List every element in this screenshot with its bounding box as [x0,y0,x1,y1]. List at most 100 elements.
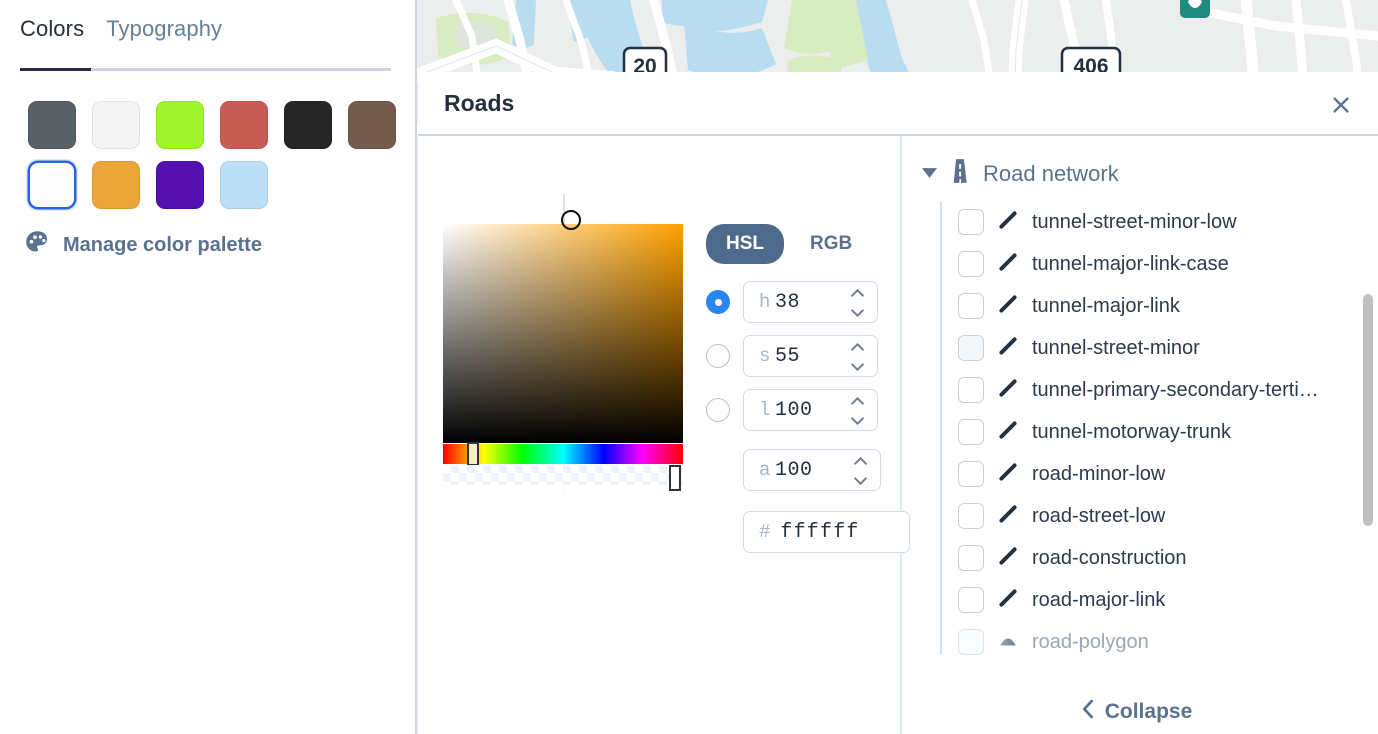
swatch-color[interactable] [220,101,268,149]
collapse-label: Collapse [1104,699,1193,723]
layer-checkbox[interactable] [958,629,984,655]
layer-row[interactable]: tunnel-motorway-trunk [958,411,1378,453]
hue-radio[interactable] [706,290,730,314]
hue-row: h 38 [706,281,881,323]
layer-scroll-region[interactable]: Road network tunnel-street-minor-low tun… [902,136,1378,696]
layer-checkbox[interactable] [958,293,984,319]
layer-row[interactable]: road-polygon [958,621,1378,663]
layer-checkbox[interactable] [958,545,984,571]
line-icon [997,587,1019,614]
alpha-value: 100 [775,458,813,482]
layer-checkbox[interactable] [958,209,984,235]
layer-row[interactable]: road-street-low [958,495,1378,537]
swatch-near-white[interactable] [90,99,142,151]
collapse-button[interactable]: Collapse [902,699,1372,724]
sv-cursor-handle[interactable] [561,210,581,230]
lightness-radio[interactable] [706,398,730,422]
swatch-color[interactable] [28,101,76,149]
swatch-cell [212,155,276,215]
mode-hsl-button[interactable]: HSL [706,224,784,264]
swatch-color[interactable] [156,101,204,149]
app-root: 20 406 Colors Typography Manage color pa… [0,0,1378,734]
saturation-stepper[interactable] [848,343,867,371]
saturation-row: s 55 [706,335,881,377]
close-icon[interactable] [1328,92,1354,118]
hex-input[interactable]: # ffffff [743,511,910,553]
layer-row[interactable]: tunnel-major-link [958,285,1378,327]
tab-underline-active [20,68,91,71]
layer-checkbox[interactable] [958,335,984,361]
swatch-lime-green[interactable] [154,99,206,151]
manage-color-palette-button[interactable]: Manage color palette [24,229,262,261]
layer-row[interactable]: tunnel-street-minor [958,327,1378,369]
hue-input[interactable]: h 38 [743,281,878,323]
swatch-cell [84,155,148,215]
line-icon [997,461,1019,488]
swatch-near-black[interactable] [282,99,334,151]
alpha-row: a 100 [743,449,881,491]
swatch-color[interactable] [284,101,332,149]
layer-label: road-street-low [1032,504,1166,527]
swatch-color[interactable] [92,161,140,209]
swatch-light-blue[interactable] [218,159,270,211]
swatch-violet[interactable] [154,159,206,211]
layer-list-scrollbar[interactable] [1363,136,1373,734]
line-icon [997,209,1019,236]
swatch-white-selected[interactable] [26,159,78,211]
color-palette-grid [20,95,404,215]
swatch-cell [20,95,84,155]
color-picker [443,210,683,491]
swatch-color[interactable] [220,161,268,209]
swatch-cell [84,95,148,155]
layer-checkbox[interactable] [958,587,984,613]
saturation-input[interactable]: s 55 [743,335,878,377]
alpha-input[interactable]: a 100 [743,449,881,491]
layer-row[interactable]: tunnel-major-link-case [958,243,1378,285]
swatch-cell [148,95,212,155]
color-mode-toggle: HSL RGB [706,224,881,264]
dialog-title: Roads [444,90,515,116]
hue-stepper[interactable] [848,289,867,317]
swatch-color[interactable] [156,161,204,209]
chevron-down-icon[interactable] [922,165,937,183]
layer-checkbox[interactable] [958,419,984,445]
swatch-amber-orange[interactable] [90,159,142,211]
hue-slider-thumb[interactable] [467,442,479,466]
palette-icon [24,229,51,261]
hue-slider[interactable] [443,442,683,466]
swatch-color[interactable] [30,163,74,207]
layer-row[interactable]: road-construction [958,537,1378,579]
layer-row[interactable]: road-minor-low [958,453,1378,495]
hex-prefix: # [759,521,771,543]
lightness-input[interactable]: l 100 [743,389,878,431]
layer-group-road-network[interactable]: Road network [902,136,1378,201]
saturation-radio[interactable] [706,344,730,368]
swatch-brick-red[interactable] [218,99,270,151]
swatch-slate-gray[interactable] [26,99,78,151]
lightness-stepper[interactable] [848,397,867,425]
swatch-color[interactable] [348,101,396,149]
tab-colors[interactable]: Colors [20,16,84,56]
layer-label: tunnel-street-minor-low [1032,210,1237,233]
alpha-slider-thumb[interactable] [669,465,681,491]
layer-row[interactable]: road-major-link [958,579,1378,621]
mode-rgb-button[interactable]: RGB [790,224,872,264]
layer-checkbox[interactable] [958,503,984,529]
swatch-cell [148,155,212,215]
alpha-stepper[interactable] [851,457,870,485]
layer-label: road-minor-low [1032,462,1166,485]
swatch-brown[interactable] [346,99,398,151]
alpha-slider[interactable] [443,465,683,491]
swatch-cell [340,95,404,155]
layer-checkbox[interactable] [958,377,984,403]
tab-typography[interactable]: Typography [106,16,222,56]
layer-checkbox[interactable] [958,251,984,277]
layer-label: tunnel-motorway-trunk [1032,420,1231,443]
sidebar-tabs: Colors Typography [20,16,391,56]
layer-checkbox[interactable] [958,461,984,487]
layer-list-scrollbar-thumb[interactable] [1363,294,1373,526]
layer-row[interactable]: tunnel-street-minor-low [958,201,1378,243]
swatch-color[interactable] [92,101,140,149]
layer-row[interactable]: tunnel-primary-secondary-terti… [958,369,1378,411]
saturation-value-box[interactable] [443,210,683,443]
